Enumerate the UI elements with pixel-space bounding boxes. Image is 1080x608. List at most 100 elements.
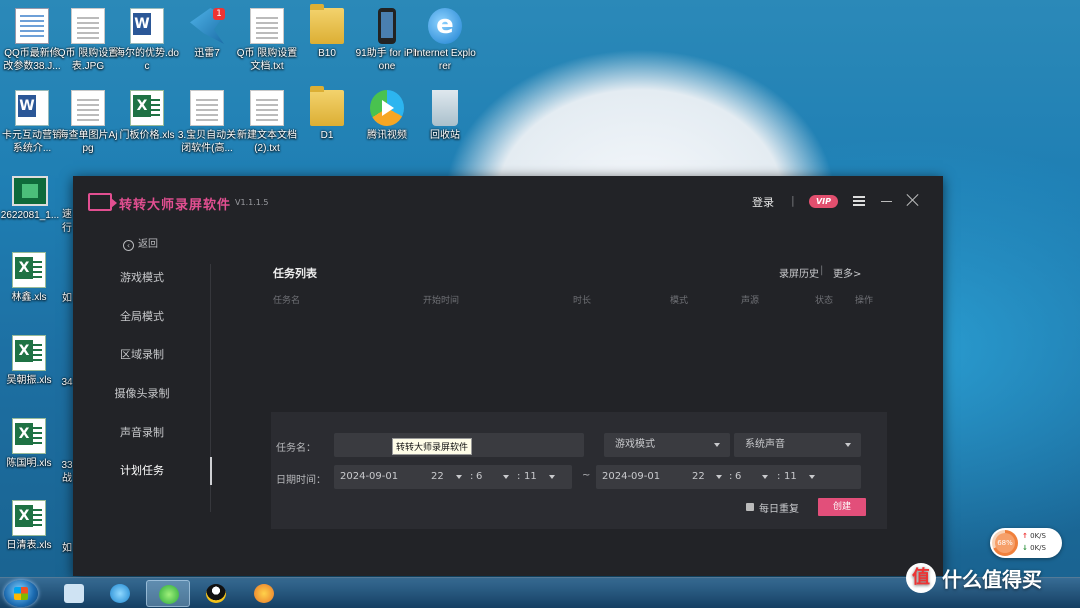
end-datetime-picker[interactable]: 2024-09-01 22 : 6 : 11 — [596, 465, 861, 489]
sound-source-select[interactable]: 系统声音 — [734, 433, 861, 457]
daily-repeat-checkbox[interactable] — [746, 503, 754, 511]
desktop-icon-chenguoming[interactable]: 陈国明.xls — [0, 418, 61, 470]
link-separator: | — [820, 265, 824, 276]
login-button[interactable]: 登录 — [752, 194, 774, 210]
desktop-icon-wuchaozhen[interactable]: 吴朝振.xls — [0, 335, 61, 387]
taskbar-item-qq[interactable] — [194, 580, 238, 607]
word-doc-icon — [130, 8, 164, 44]
end-date[interactable]: 2024-09-01 — [602, 465, 660, 489]
memory-percent: 68% — [995, 533, 1015, 553]
sidebar-item-scheduled-task[interactable]: 计划任务 — [73, 462, 211, 478]
desktop-icon-partial[interactable]: 行 — [60, 222, 74, 235]
mode-select[interactable]: 游戏模式 — [604, 433, 730, 457]
text-file-icon — [190, 90, 224, 126]
taskbar-item-network[interactable] — [52, 580, 96, 607]
desktop-icon-partial[interactable]: 33 — [60, 459, 74, 472]
close-icon[interactable] — [906, 193, 920, 207]
task-name-value: 转转大师录屏软件 — [392, 438, 473, 455]
download-arrow-icon: ↓ — [1022, 544, 1028, 552]
start-date[interactable]: 2024-09-01 — [340, 465, 398, 489]
desktop-icon-new-text[interactable]: 新建文本文档 (2).txt — [235, 90, 299, 155]
hamburger-menu-icon[interactable] — [853, 196, 865, 206]
start-second[interactable]: 11 — [524, 465, 537, 489]
record-history-link[interactable]: 录屏历史 — [779, 265, 819, 280]
desktop-icon-auto-close[interactable]: 3.宝贝自动关闭软件(高... — [175, 90, 239, 155]
desktop-icon-xunlei[interactable]: 1 迅雷7 — [175, 8, 239, 60]
desktop-icon-tencent-video[interactable]: 腾讯视频 — [355, 90, 419, 142]
sidebar-item-game-mode[interactable]: 游戏模式 — [73, 269, 211, 285]
sidebar-item-audio-record[interactable]: 声音录制 — [73, 424, 211, 440]
excel-icon — [12, 418, 46, 454]
desktop-icon-qq-params[interactable]: QQ币最新修改参数38.J... — [0, 8, 64, 73]
text-file-icon — [250, 90, 284, 126]
end-hour[interactable]: 22 — [692, 465, 705, 489]
chevron-down-icon — [845, 443, 851, 447]
desktop-icon-q-limit-jpg[interactable]: Q币 限购设置表.JPG — [56, 8, 120, 73]
title-bar[interactable]: 转转大师录屏软件 V1.1.1.5 登录 | VIP — [73, 176, 943, 226]
network-speed-widget[interactable]: 68% ↑ 0K/S ↓ 0K/S — [990, 528, 1062, 558]
desktop-icon-riqing[interactable]: 日清表.xls — [0, 500, 61, 552]
desktop-icon-91-assistant[interactable]: 91助手 for iPhone — [355, 8, 419, 73]
sidebar-item-global-mode[interactable]: 全局模式 — [73, 308, 211, 324]
watermark-text: 什么值得买 — [942, 567, 1042, 592]
desktop-icon-image-2622081[interactable]: 2622081_1... — [0, 176, 62, 222]
desktop-icon-partial[interactable]: 战 — [60, 472, 74, 485]
chevron-down-icon[interactable] — [716, 475, 722, 479]
column-header-actions: 操作 — [855, 296, 874, 306]
chevron-down-icon[interactable] — [503, 475, 509, 479]
time-colon: : — [777, 471, 781, 482]
desktop-icon-haier-doc[interactable]: 海尔的优势.doc — [115, 8, 179, 73]
time-colon: : — [517, 471, 521, 482]
chevron-down-icon[interactable] — [549, 475, 555, 479]
start-minute[interactable]: 6 — [476, 465, 482, 489]
column-header-start-time: 开始时间 — [423, 296, 460, 306]
task-name-label: 任务名： — [276, 443, 316, 454]
upload-value: 0K/S — [1030, 532, 1046, 540]
start-datetime-picker[interactable]: 2024-09-01 22 : 6 : 11 — [334, 465, 572, 489]
desktop-icon-ie[interactable]: Internet Explorer — [413, 8, 477, 73]
desktop-icon-door-price[interactable]: 门板价格.xls — [115, 90, 179, 142]
sidebar-active-indicator — [210, 457, 212, 485]
more-link[interactable]: 更多> — [833, 265, 861, 280]
end-second[interactable]: 11 — [784, 465, 797, 489]
task-name-input[interactable]: 转转大师录屏软件 — [334, 433, 584, 457]
chevron-down-icon[interactable] — [456, 475, 462, 479]
daily-repeat-label[interactable]: 每日重复 — [759, 500, 799, 515]
desktop-icon-q-limit-txt[interactable]: Q币 限购设置文档.txt — [235, 8, 299, 73]
desktop-icon-recycle-bin[interactable]: 回收站 — [413, 90, 477, 142]
app-icon — [254, 584, 274, 603]
column-header-sound-source: 声源 — [741, 296, 760, 306]
sidebar-item-region-record[interactable]: 区域录制 — [73, 346, 211, 362]
vip-badge[interactable]: VIP — [809, 195, 838, 208]
start-hour[interactable]: 22 — [431, 465, 444, 489]
chevron-down-icon[interactable] — [809, 475, 815, 479]
taskbar-item-assistant[interactable] — [98, 580, 142, 607]
new-task-form: 任务名： 转转大师录屏软件 游戏模式 系统声音 日期时间： 2024-09-01… — [271, 412, 887, 529]
sidebar-item-camera-record[interactable]: 摄像头录制 — [73, 385, 211, 401]
image-file-icon — [71, 8, 105, 44]
chevron-down-icon[interactable] — [762, 475, 768, 479]
excel-icon — [12, 335, 46, 371]
desktop-icon-partial[interactable]: 如 — [60, 292, 74, 305]
screen-recorder-window: 转转大师录屏软件 V1.1.1.5 登录 | VIP ‹ 返回 游戏模式 全局模式… — [73, 176, 943, 576]
desktop-icon-kayuan[interactable]: 卡元互动营销系统介... — [0, 90, 64, 155]
range-separator: ~ — [582, 470, 591, 481]
desktop-icon-partial[interactable]: 34 — [60, 376, 74, 389]
end-minute[interactable]: 6 — [735, 465, 741, 489]
desktop-icon-linxin[interactable]: 林鑫.xls — [0, 252, 61, 304]
sound-select-value: 系统声音 — [745, 439, 785, 450]
upload-arrow-icon: ↑ — [1022, 532, 1028, 540]
desktop-icon-partial[interactable]: 速 — [60, 208, 74, 221]
spreadsheet-icon — [15, 8, 49, 44]
desktop-icon-d1[interactable]: D1 — [295, 86, 359, 142]
desktop-icon-chadan-jpg[interactable]: 海查单图片Ajpg — [56, 90, 120, 155]
minimize-icon[interactable] — [881, 201, 892, 202]
app-logo-icon — [88, 193, 117, 211]
desktop-icon-b10[interactable]: B10 — [295, 4, 359, 60]
taskbar-item-browser[interactable] — [146, 580, 190, 607]
start-button[interactable] — [4, 580, 38, 607]
taskbar-item-app[interactable] — [242, 580, 286, 607]
back-button[interactable]: ‹ 返回 — [123, 235, 158, 251]
desktop-icon-partial[interactable]: 如 — [60, 542, 74, 555]
create-button[interactable]: 创建 — [818, 498, 866, 516]
